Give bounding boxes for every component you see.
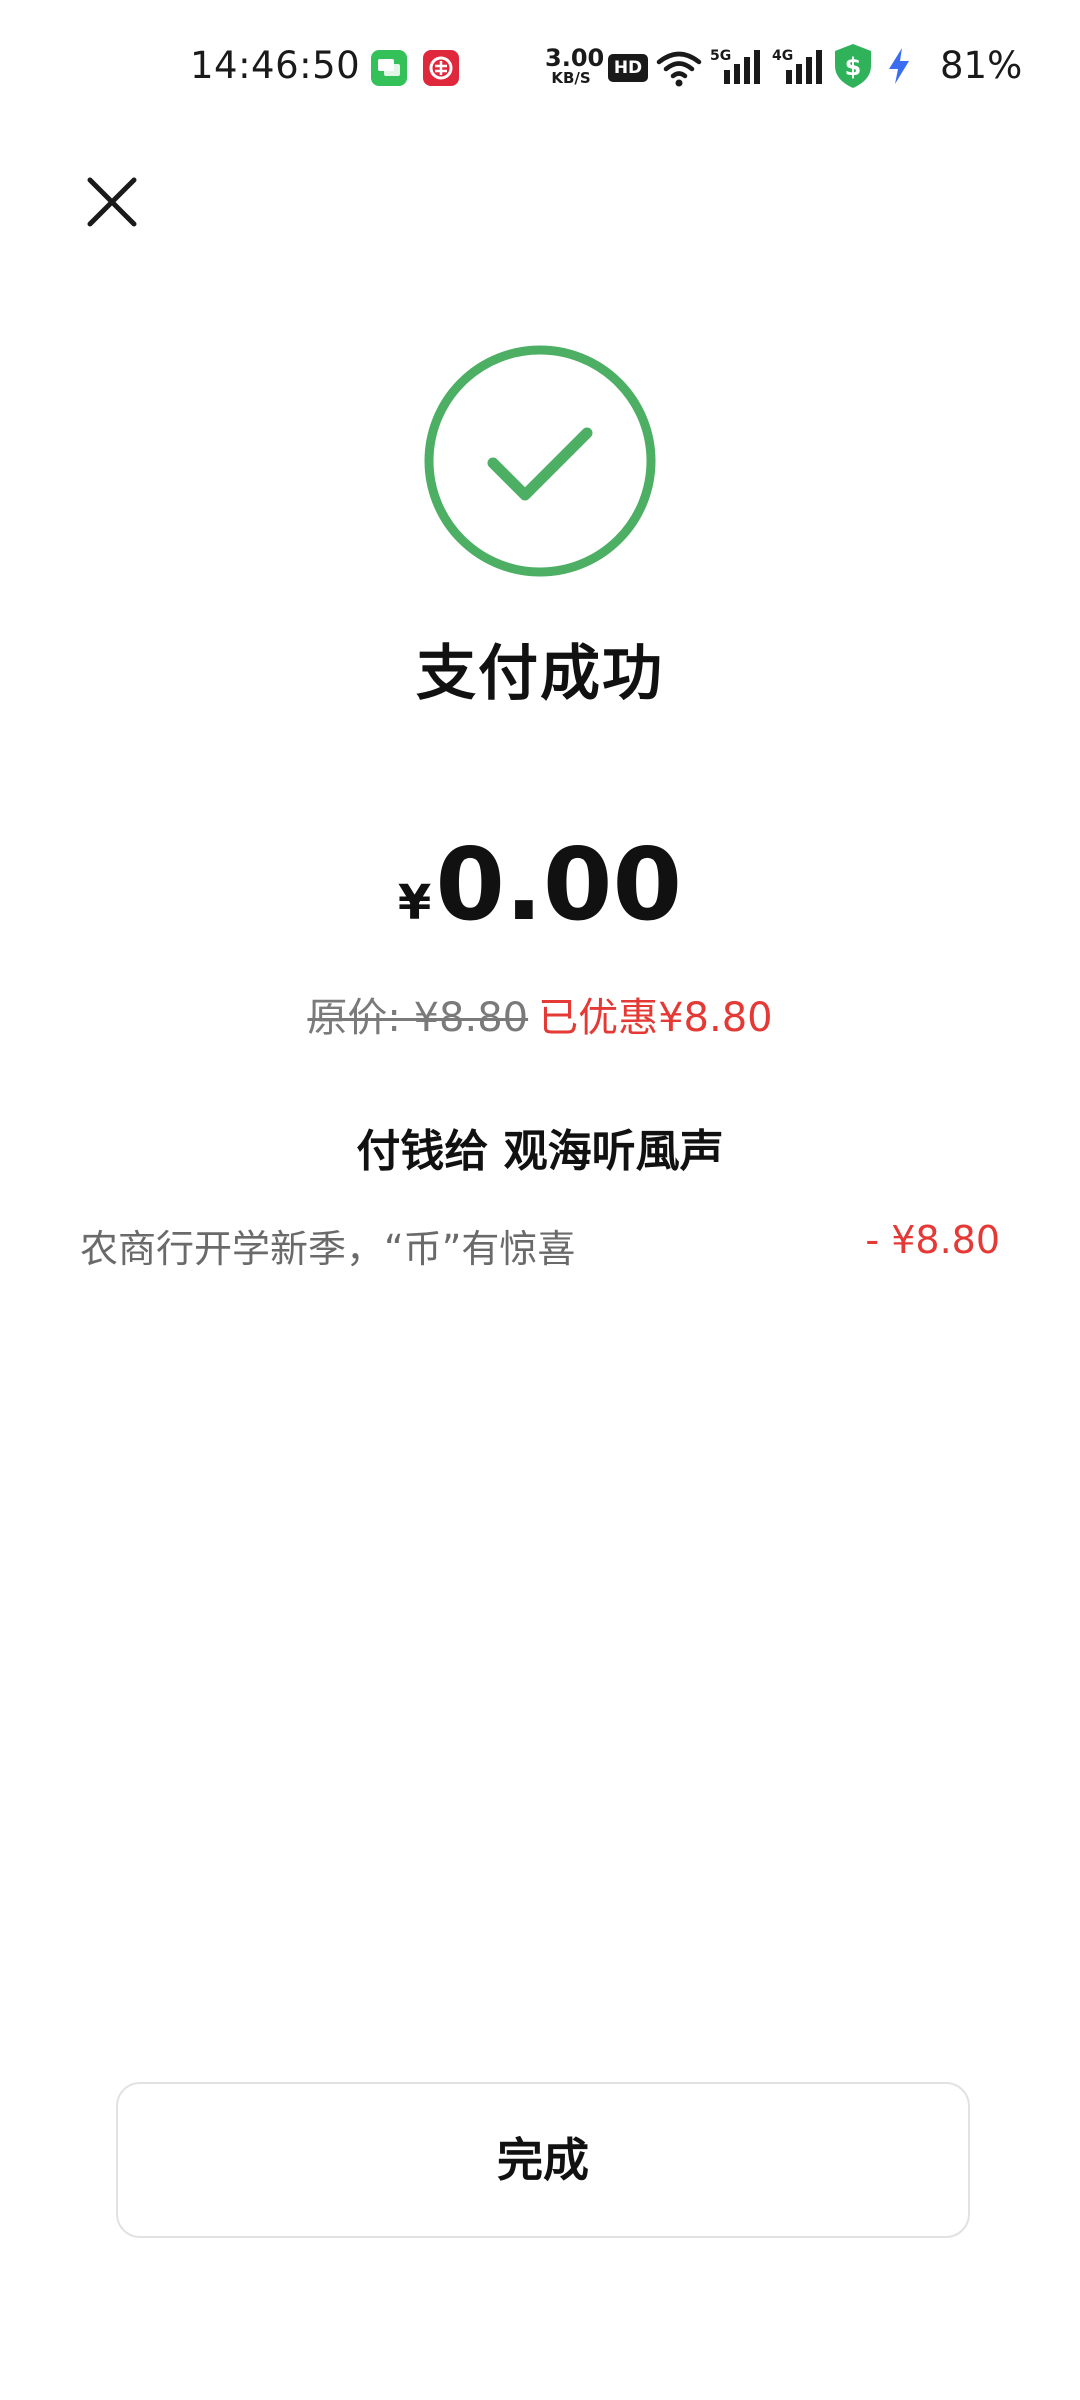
- svg-text:5G: 5G: [710, 48, 731, 64]
- network-speed: 3.00 KB/S: [545, 44, 605, 87]
- wifi-icon: [656, 50, 702, 92]
- bank-app-icon: [423, 50, 459, 86]
- hd-voice-icon: HD: [608, 54, 648, 82]
- discount-name: 农商行开学新季，“币”有惊喜: [80, 1227, 576, 1271]
- paid-amount: ¥0.00: [0, 835, 1080, 935]
- discount-amount: - ¥8.80: [865, 1218, 1000, 1262]
- status-time: 14:46:50: [190, 44, 361, 87]
- discount-total: 已优惠¥8.80: [538, 995, 773, 1041]
- price-summary: 原价: ¥8.80 已优惠¥8.80: [0, 998, 1080, 1038]
- messages-app-icon: [371, 50, 407, 86]
- discount-item: 农商行开学新季，“币”有惊喜 - ¥8.80: [80, 1218, 1000, 1271]
- close-button[interactable]: [80, 170, 144, 234]
- original-price: 原价: ¥8.80: [307, 995, 529, 1041]
- payee-label: 付钱给 观海听風声: [356, 1126, 724, 1177]
- payment-success-title: 支付成功: [416, 639, 664, 709]
- svg-text:4G: 4G: [772, 48, 793, 64]
- signal-4g-icon: 4G: [772, 46, 824, 90]
- svg-text:$: $: [845, 53, 862, 81]
- battery-level: 81%: [940, 44, 1023, 87]
- done-button[interactable]: 完成: [116, 2082, 970, 2238]
- network-speed-unit: KB/S: [551, 69, 591, 87]
- security-shield-icon: $: [832, 42, 874, 94]
- signal-5g-icon: 5G: [710, 46, 762, 90]
- status-bar: 14:46:50 3.00 KB/S HD 5G 4G $ 81%: [0, 0, 1080, 130]
- check-circle-icon: [424, 345, 656, 577]
- currency-symbol: ¥: [397, 875, 432, 931]
- close-icon: [87, 177, 137, 227]
- network-speed-value: 3.00: [545, 44, 605, 72]
- amount-value: 0.00: [435, 826, 683, 943]
- charging-icon: [886, 46, 912, 90]
